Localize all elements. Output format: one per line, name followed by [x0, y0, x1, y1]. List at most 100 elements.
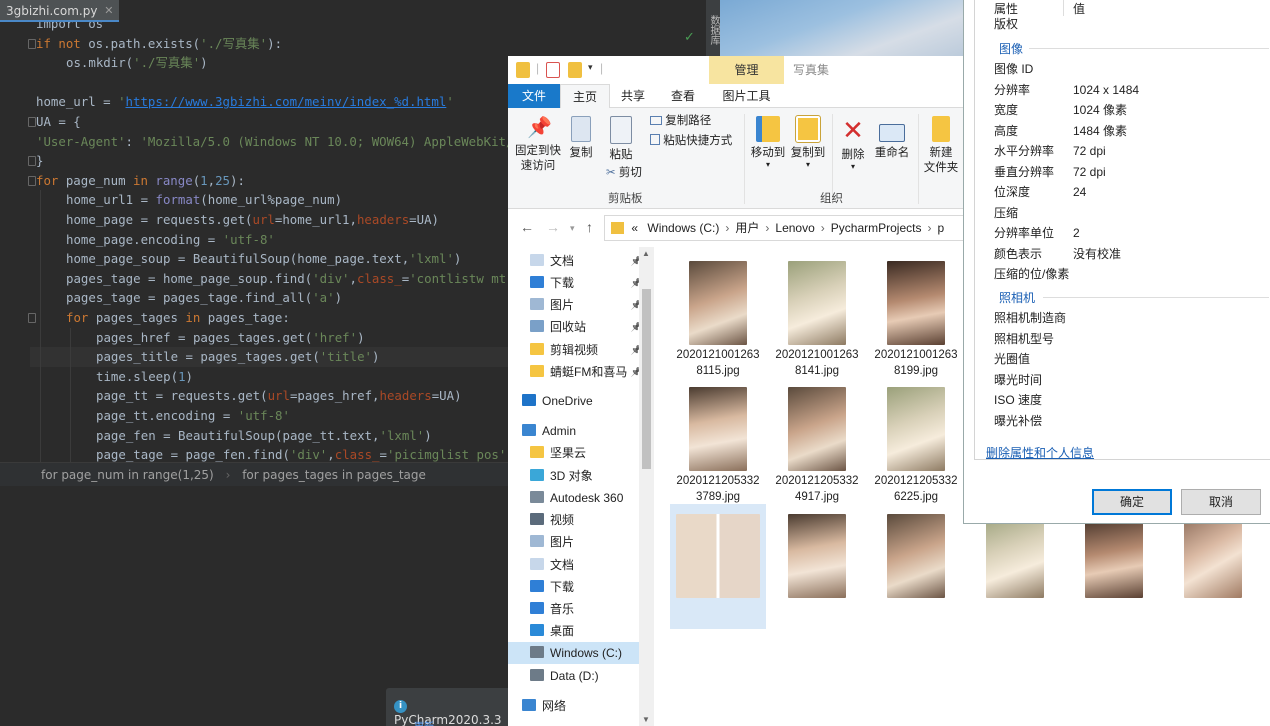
nav-item[interactable]: 回收站 📌: [530, 316, 642, 338]
code-line[interactable]: home_page.encoding = 'utf-8': [36, 230, 275, 250]
address-segment[interactable]: PycharmProjects: [831, 221, 922, 235]
cancel-button[interactable]: 取消: [1181, 489, 1261, 515]
nav-item[interactable]: Autodesk 360: [530, 487, 642, 509]
copy-path-button[interactable]: 复制路径: [650, 114, 711, 129]
property-row[interactable]: 曝光时间: [994, 370, 1270, 390]
property-row[interactable]: 曝光补偿: [994, 411, 1270, 431]
property-row[interactable]: 水平分辨率 72 dpi: [994, 141, 1270, 161]
address-segment[interactable]: Lenovo: [775, 221, 814, 235]
nav-item[interactable]: 下载 📌: [530, 272, 642, 294]
tab-picture-tools[interactable]: 图片工具: [709, 84, 784, 108]
nav-item[interactable]: 文档: [530, 554, 642, 576]
breadcrumb-item[interactable]: for pages_tages in pages_tage: [242, 468, 426, 482]
property-row[interactable]: 照相机型号: [994, 329, 1270, 349]
scroll-down-icon[interactable]: ▼: [642, 715, 650, 724]
update-notification[interactable]: iPyCharm2020.3.3 更新...: [386, 688, 516, 726]
properties-icon[interactable]: [546, 62, 560, 78]
close-icon[interactable]: ✕: [104, 0, 113, 22]
new-folder-icon[interactable]: [568, 62, 582, 78]
chevron-down-icon[interactable]: ▾: [570, 223, 575, 234]
code-line[interactable]: UA = {: [36, 112, 81, 132]
address-bar[interactable]: « Windows (C:) › 用户 › Lenovo › PycharmProjects…: [604, 215, 964, 241]
paste-shortcut-button[interactable]: 粘贴快捷方式: [650, 134, 732, 149]
up-arrow-icon[interactable]: ↑: [586, 219, 593, 235]
code-line[interactable]: }: [36, 151, 43, 171]
editor-tab[interactable]: 3gbizhi.com.py ✕: [0, 0, 120, 22]
code-line[interactable]: page_fen = BeautifulSoup(page_tt.text,'l…: [36, 426, 432, 446]
file-tile[interactable]: 2020121001263 8115.jpg: [670, 251, 766, 377]
file-tile[interactable]: 2020121205332 4917.jpg: [769, 377, 865, 503]
code-line[interactable]: home_url1 = format(home_url%page_num): [36, 190, 342, 210]
nav-item[interactable]: Admin: [522, 420, 634, 442]
property-row[interactable]: 照相机制造商: [994, 308, 1270, 328]
navigation-scrollbar[interactable]: ▲ ▼: [639, 247, 654, 726]
property-row[interactable]: 版权: [994, 14, 1270, 34]
code-line[interactable]: for page_num in range(1,25):: [36, 171, 245, 191]
copy-to-button[interactable]: 复制到 ▾: [790, 115, 826, 169]
file-tile[interactable]: [670, 504, 766, 629]
code-line[interactable]: os.mkdir('./写真集'): [36, 53, 208, 73]
paste-button[interactable]: 粘贴: [604, 116, 638, 163]
delete-button[interactable]: ✕ 删除 ▾: [838, 116, 868, 171]
move-to-button[interactable]: 移动到 ▾: [750, 116, 786, 169]
nav-item[interactable]: OneDrive: [522, 390, 634, 412]
code-line[interactable]: home_page = requests.get(url=home_url1,h…: [36, 210, 439, 230]
fold-marker-icon[interactable]: [28, 156, 36, 167]
property-row[interactable]: 位深度 24: [994, 182, 1270, 202]
breadcrumb-item[interactable]: for page_num in range(1,25): [41, 468, 214, 482]
code-line[interactable]: pages_tage = pages_tage.find_all('a'): [36, 288, 342, 308]
address-segment[interactable]: 用户: [735, 221, 759, 235]
cut-button[interactable]: ✂ 剪切: [606, 166, 646, 181]
tab-view[interactable]: 查看: [660, 84, 706, 108]
file-tile[interactable]: 2020121001263 8141.jpg: [769, 251, 865, 377]
database-tool-window-button[interactable]: 数据库: [706, 0, 720, 60]
fold-marker-icon[interactable]: [28, 175, 36, 186]
code-line[interactable]: for pages_tages in pages_tage:: [36, 308, 290, 328]
tab-home[interactable]: 主页: [560, 84, 610, 109]
code-line[interactable]: pages_tage = home_page_soup.find('div',c…: [36, 269, 506, 289]
pin-to-quick-access-button[interactable]: 📌 固定到快 速访问: [512, 116, 564, 174]
nav-item[interactable]: Data (D:): [530, 665, 642, 687]
fold-marker-icon[interactable]: [28, 313, 36, 323]
property-row[interactable]: ISO 速度: [994, 390, 1270, 410]
file-tile[interactable]: [868, 504, 964, 629]
file-tile[interactable]: [769, 504, 865, 629]
property-row[interactable]: 分辨率单位 2: [994, 223, 1270, 243]
property-row[interactable]: 高度 1484 像素: [994, 121, 1270, 141]
nav-item[interactable]: 蜻蜓FM和喜马 📌: [530, 361, 642, 383]
code-line[interactable]: page_tage = page_fen.find('div',class_='…: [36, 445, 506, 462]
address-segment[interactable]: Windows (C:): [647, 221, 719, 235]
rename-button[interactable]: 重命名: [874, 116, 910, 161]
address-segment[interactable]: p: [937, 221, 944, 235]
code-line[interactable]: home_page_soup = BeautifulSoup(home_page…: [36, 249, 461, 269]
chevron-down-icon[interactable]: ▾: [588, 62, 593, 73]
file-tile[interactable]: 2020121001263 8199.jpg: [868, 251, 964, 377]
nav-item[interactable]: 视频: [530, 509, 642, 531]
property-row[interactable]: 图像 ID: [994, 59, 1270, 79]
code-line[interactable]: pages_href = pages_tages.get('href'): [36, 328, 365, 348]
code-line[interactable]: page_tt.encoding = 'utf-8': [36, 406, 290, 426]
forward-arrow-icon[interactable]: →: [546, 219, 560, 235]
code-line[interactable]: import os: [36, 22, 103, 34]
tab-file[interactable]: 文件: [508, 84, 560, 108]
address-overflow[interactable]: «: [631, 221, 638, 235]
file-tile[interactable]: 2020121205332 6225.jpg: [868, 377, 964, 503]
nav-item[interactable]: 文档 📌: [530, 250, 642, 272]
property-row[interactable]: 压缩: [994, 203, 1270, 223]
remove-properties-link[interactable]: 删除属性和个人信息: [986, 444, 1094, 461]
context-tab-manage[interactable]: 管理: [709, 56, 784, 84]
nav-item[interactable]: 音乐: [530, 598, 642, 620]
nav-item[interactable]: Windows (C:): [508, 642, 640, 664]
code-line[interactable]: home_url = 'https://www.3gbizhi.com/mein…: [36, 92, 454, 112]
nav-item[interactable]: 下载: [530, 576, 642, 598]
nav-item[interactable]: 网络: [522, 695, 634, 717]
fold-marker-icon[interactable]: [28, 38, 36, 49]
back-arrow-icon[interactable]: ←: [520, 219, 534, 235]
nav-item[interactable]: 桌面: [530, 620, 642, 642]
property-row[interactable]: 光圈值: [994, 349, 1270, 369]
ok-button[interactable]: 确定: [1092, 489, 1172, 515]
code-line[interactable]: if not os.path.exists('./写真集'):: [36, 34, 282, 54]
property-row[interactable]: 宽度 1024 像素: [994, 100, 1270, 120]
notification-link[interactable]: 更新...: [414, 718, 444, 726]
file-tile[interactable]: 2020121205332 3789.jpg: [670, 377, 766, 503]
